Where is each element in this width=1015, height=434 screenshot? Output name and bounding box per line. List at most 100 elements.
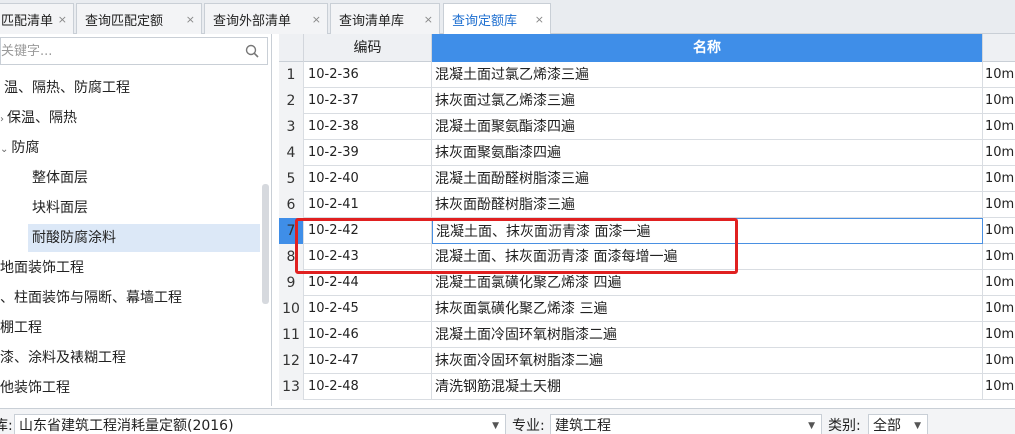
tab-query-match-quota[interactable]: 查询匹配定额 × (76, 3, 202, 34)
code-cell[interactable]: 10-2-36 (304, 62, 432, 88)
close-icon[interactable]: × (58, 13, 67, 26)
tree-item-selected[interactable]: 耐酸防腐涂料 (28, 224, 260, 252)
code-cell[interactable]: 10-2-47 (304, 348, 432, 374)
tree-item[interactable]: 块料面层 (32, 194, 88, 222)
category-select[interactable]: 全部 ▼ (868, 414, 928, 434)
tab-query-external-list[interactable]: 查询外部清单 × (204, 3, 328, 34)
tab-query-quota-library[interactable]: 查询定额库 × (443, 3, 551, 35)
name-cell[interactable]: 混凝土面冷固环氧树脂漆二遍 (432, 322, 983, 348)
name-cell[interactable]: 抹灰面冷固环氧树脂漆二遍 (432, 348, 983, 374)
table-row[interactable]: 610-2-41抹灰面酚醛树脂漆三遍10m2 (279, 192, 1015, 218)
tree-item[interactable]: 漆、涂料及裱糊工程 (0, 344, 126, 372)
close-icon[interactable]: × (424, 13, 433, 26)
table-row[interactable]: 210-2-37抹灰面过氯乙烯漆三遍10m2 (279, 88, 1015, 114)
table-row[interactable]: 410-2-39抹灰面聚氨酯漆四遍10m2 (279, 140, 1015, 166)
tab-query-list-library[interactable]: 查询清单库 × (330, 3, 440, 34)
close-icon[interactable]: × (186, 13, 195, 26)
code-cell[interactable]: 10-2-44 (304, 270, 432, 296)
library-select[interactable]: 山东省建筑工程消耗量定额(2016) ▼ (14, 414, 506, 434)
row-number[interactable]: 6 (279, 192, 304, 218)
table-row[interactable]: 1210-2-47抹灰面冷固环氧树脂漆二遍10m2 (279, 348, 1015, 374)
code-cell[interactable]: 10-2-43 (304, 244, 432, 270)
row-number[interactable]: 3 (279, 114, 304, 140)
search-input[interactable] (1, 38, 237, 64)
table-row[interactable]: 110-2-36混凝土面过氯乙烯漆三遍10m2 (279, 62, 1015, 88)
name-cell[interactable]: 混凝土面氯磺化聚乙烯漆 四遍 (432, 270, 983, 296)
table-row[interactable]: 910-2-44混凝土面氯磺化聚乙烯漆 四遍10m2 (279, 270, 1015, 296)
unit-cell[interactable]: 10m2 (983, 88, 1015, 114)
row-number[interactable]: 7 (279, 218, 304, 244)
row-number[interactable]: 9 (279, 270, 304, 296)
code-cell[interactable]: 10-2-48 (304, 374, 432, 400)
row-number[interactable]: 11 (279, 322, 304, 348)
tab-match-list[interactable]: 匹配清单 × (0, 3, 74, 34)
name-cell[interactable]: 抹灰面过氯乙烯漆三遍 (432, 88, 983, 114)
tree-item[interactable]: 整体面层 (32, 164, 88, 192)
tree-item[interactable]: 、柱面装饰与隔断、幕墙工程 (0, 284, 182, 312)
tree-item[interactable]: 棚工程 (0, 314, 42, 342)
header-code[interactable]: 编码 (304, 34, 432, 62)
code-cell[interactable]: 10-2-45 (304, 296, 432, 322)
unit-cell[interactable]: 10m2 (983, 348, 1015, 374)
row-number[interactable]: 1 (279, 62, 304, 88)
table-row[interactable]: 1110-2-46混凝土面冷固环氧树脂漆二遍10m2 (279, 322, 1015, 348)
name-cell[interactable]: 抹灰面氯磺化聚乙烯漆 三遍 (432, 296, 983, 322)
code-cell[interactable]: 10-2-41 (304, 192, 432, 218)
major-select[interactable]: 建筑工程 ▼ (550, 414, 822, 434)
row-number[interactable]: 4 (279, 140, 304, 166)
table-row[interactable]: 1010-2-45抹灰面氯磺化聚乙烯漆 三遍10m2 (279, 296, 1015, 322)
row-number[interactable]: 8 (279, 244, 304, 270)
unit-cell[interactable]: 10m2 (983, 218, 1015, 244)
code-cell[interactable]: 10-2-42 (304, 218, 432, 244)
name-cell[interactable]: 清洗钢筋混凝土天棚 (432, 374, 983, 400)
tree-item[interactable]: 地面装饰工程 (0, 254, 84, 282)
search-icon[interactable] (245, 44, 259, 58)
close-icon[interactable]: × (535, 13, 544, 26)
row-number[interactable]: 13 (279, 374, 304, 400)
tree-item[interactable]: 他装饰工程 (0, 374, 70, 402)
code-cell[interactable]: 10-2-37 (304, 88, 432, 114)
header-unit[interactable] (983, 34, 1015, 62)
table-row[interactable]: 310-2-38混凝土面聚氨酯漆四遍10m2 (279, 114, 1015, 140)
name-cell[interactable]: 混凝土面过氯乙烯漆三遍 (432, 62, 983, 88)
close-icon[interactable]: × (312, 13, 321, 26)
chevron-down-icon[interactable]: ⌄ (0, 144, 8, 155)
unit-cell[interactable]: 10m2 (983, 114, 1015, 140)
dropdown-arrow-icon[interactable]: ▼ (492, 415, 499, 434)
name-cell[interactable]: 抹灰面聚氨酯漆四遍 (432, 140, 983, 166)
row-number[interactable]: 10 (279, 296, 304, 322)
code-cell[interactable]: 10-2-39 (304, 140, 432, 166)
unit-cell[interactable]: 10m2 (983, 322, 1015, 348)
unit-cell[interactable]: 10m2 (983, 166, 1015, 192)
code-cell[interactable]: 10-2-40 (304, 166, 432, 192)
dropdown-arrow-icon[interactable]: ▼ (914, 415, 921, 434)
unit-cell[interactable]: 10m2 (983, 270, 1015, 296)
unit-cell[interactable]: 10m2 (983, 140, 1015, 166)
unit-cell[interactable]: 10m2 (983, 374, 1015, 400)
header-name[interactable]: 名称 (432, 34, 983, 62)
row-number[interactable]: 12 (279, 348, 304, 374)
unit-cell[interactable]: 10m2 (983, 296, 1015, 322)
tree-item[interactable]: › 保温、隔热 (0, 104, 77, 132)
name-cell[interactable]: 混凝土面酚醛树脂漆三遍 (432, 166, 983, 192)
tree-item[interactable]: ⌄ 防腐 (0, 134, 39, 162)
name-cell[interactable]: 混凝土面聚氨酯漆四遍 (432, 114, 983, 140)
chevron-right-icon[interactable]: › (0, 114, 4, 125)
unit-cell[interactable]: 10m2 (983, 192, 1015, 218)
name-cell[interactable]: 抹灰面酚醛树脂漆三遍 (432, 192, 983, 218)
table-row[interactable]: 810-2-43混凝土面、抹灰面沥青漆 面漆每增一遍10m2 (279, 244, 1015, 270)
table-row[interactable]: 510-2-40混凝土面酚醛树脂漆三遍10m2 (279, 166, 1015, 192)
unit-cell[interactable]: 10m2 (983, 244, 1015, 270)
table-row[interactable]: 710-2-42混凝土面、抹灰面沥青漆 面漆一遍10m2 (279, 218, 1015, 244)
unit-cell[interactable]: 10m2 (983, 62, 1015, 88)
name-cell[interactable]: 混凝土面、抹灰面沥青漆 面漆每增一遍 (432, 244, 983, 270)
name-cell[interactable]: 混凝土面、抹灰面沥青漆 面漆一遍 (432, 218, 983, 244)
code-cell[interactable]: 10-2-38 (304, 114, 432, 140)
row-number[interactable]: 5 (279, 166, 304, 192)
code-cell[interactable]: 10-2-46 (304, 322, 432, 348)
row-number[interactable]: 2 (279, 88, 304, 114)
tree-item[interactable]: 温、隔热、防腐工程 (4, 74, 130, 102)
tree-scrollbar[interactable] (262, 184, 269, 304)
dropdown-arrow-icon[interactable]: ▼ (808, 415, 815, 434)
table-row[interactable]: 1310-2-48清洗钢筋混凝土天棚10m2 (279, 374, 1015, 400)
